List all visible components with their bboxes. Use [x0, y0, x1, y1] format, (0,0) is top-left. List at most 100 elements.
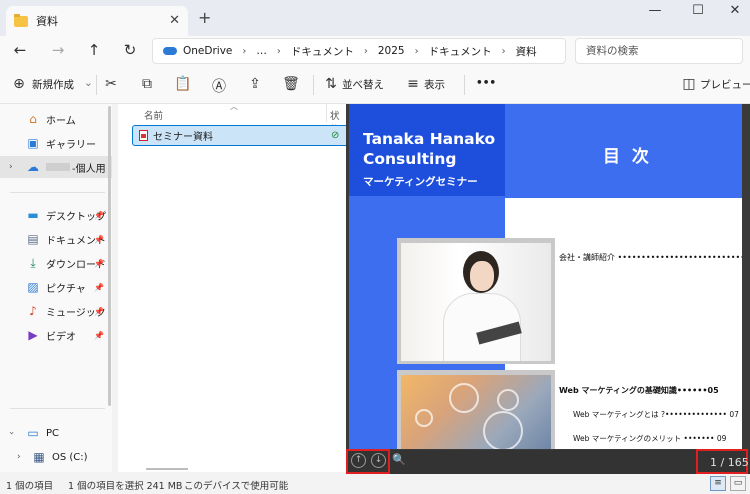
search-input[interactable]: 資料の検索: [575, 38, 743, 64]
pdf-file-icon: [139, 130, 148, 141]
column-header-name[interactable]: 名前: [144, 108, 163, 122]
chevron-down-icon[interactable]: ›: [6, 431, 16, 435]
breadcrumb-documents-2[interactable]: ドキュメント: [429, 44, 492, 59]
pin-icon[interactable]: 📌: [94, 259, 104, 268]
paste-icon[interactable]: 📋: [174, 76, 192, 92]
sidebar-scrollbar[interactable]: [108, 106, 111, 406]
graphic-ring: [449, 383, 479, 413]
maximize-button[interactable]: ☐: [683, 3, 713, 18]
view-button[interactable]: 表示: [424, 77, 445, 92]
toolbar-divider: [464, 75, 465, 95]
breadcrumb-onedrive[interactable]: OneDrive: [183, 45, 232, 57]
prev-page-button[interactable]: ↑: [351, 453, 366, 468]
documents-icon: ▤: [27, 232, 39, 246]
share-icon[interactable]: ⇪: [246, 76, 264, 92]
cut-icon[interactable]: ✂: [102, 76, 120, 92]
delete-icon[interactable]: 🗑: [282, 76, 300, 92]
videos-icon: ▶: [28, 328, 38, 342]
marketing-photo-image: [401, 375, 551, 449]
sidebar-item-label: PC: [46, 427, 60, 439]
file-list: ︿ 名前 状態 セミナー資料 ⊘: [118, 102, 352, 472]
sidebar-item-videos[interactable]: ▶ ビデオ 📌: [0, 324, 112, 346]
sidebar-item-downloads[interactable]: ⤓ ダウンロード 📌: [0, 252, 112, 274]
new-button[interactable]: 新規作成: [32, 77, 74, 92]
page-indicator: 1 / 165: [710, 456, 749, 469]
plus-circle-icon: ⊕: [13, 76, 25, 92]
sidebar-item-onedrive[interactable]: › ☁ -個人用: [0, 156, 112, 178]
marketing-photo: [397, 370, 555, 449]
sidebar-item-gallery[interactable]: ▣ ギャラリー: [0, 132, 112, 154]
preview-button[interactable]: プレビュー: [700, 77, 750, 92]
toc-title: 目 次: [603, 147, 652, 167]
doc-company-line1: Tanaka Hanako: [363, 130, 496, 148]
chevron-right-icon[interactable]: ›: [17, 452, 21, 462]
tab-folder[interactable]: 資料 ✕: [6, 6, 188, 36]
pin-icon[interactable]: 📌: [94, 211, 104, 220]
up-button[interactable]: ↑: [84, 41, 104, 59]
copy-icon[interactable]: ⧉: [138, 76, 156, 92]
sort-up-icon: ︿: [230, 102, 238, 111]
chevron-right-icon[interactable]: ›: [9, 162, 13, 172]
graphic-ring: [483, 411, 523, 449]
toc-entry: Web マーケティングの基礎知識••••••05: [559, 386, 719, 395]
sidebar-item-music[interactable]: ♪ ミュージック 📌: [0, 300, 112, 322]
next-page-button[interactable]: ↓: [371, 453, 386, 468]
file-row[interactable]: セミナー資料 ⊘: [132, 125, 352, 146]
more-button[interactable]: •••: [476, 77, 496, 89]
pin-icon[interactable]: 📌: [94, 331, 104, 340]
blurred-account-name: [46, 163, 70, 171]
breadcrumb-2025[interactable]: 2025: [378, 45, 405, 57]
speaker-photo: [397, 238, 555, 364]
sidebar-item-label: ホーム: [46, 115, 76, 127]
column-divider[interactable]: [326, 104, 327, 122]
sidebar-item-os-drive[interactable]: › ▦ OS (C:): [0, 446, 112, 468]
pictures-icon: ▨: [27, 280, 39, 294]
sidebar-divider: [10, 192, 105, 193]
onedrive-icon: ☁: [27, 160, 39, 174]
breadcrumb-overflow[interactable]: …: [256, 45, 267, 57]
sidebar-item-label: -個人用: [72, 163, 106, 175]
close-window-button[interactable]: ✕: [720, 3, 750, 18]
close-tab-icon[interactable]: ✕: [169, 13, 180, 28]
pin-icon[interactable]: 📌: [94, 283, 104, 292]
minimize-button[interactable]: —: [640, 3, 670, 18]
sidebar-item-pictures[interactable]: ▨ ピクチャ 📌: [0, 276, 112, 298]
pdf-page-preview: Tanaka Hanako Consulting マーケティングセミナー 目 次…: [349, 104, 742, 449]
new-tab-button[interactable]: +: [198, 8, 211, 27]
pin-icon[interactable]: 📌: [94, 235, 104, 244]
sidebar-item-home[interactable]: ⌂ ホーム: [0, 108, 112, 130]
sidebar-item-desktop[interactable]: ▬ デスクトップ 📌: [0, 204, 112, 226]
pin-icon[interactable]: 📌: [94, 307, 104, 316]
sort-button[interactable]: 並べ替え: [342, 77, 384, 92]
address-row: ← → ↑ ↻ OneDrive › … › ドキュメント › 2025 › ド…: [0, 36, 750, 66]
command-bar: ⊕ 新規作成 ⌄ ✂ ⧉ 📋 Ⓐ ⇪ 🗑 ⇅ 並べ替え ≡ 表示 ••• ◫ プ…: [0, 66, 750, 104]
breadcrumb-documents[interactable]: ドキュメント: [291, 44, 354, 59]
forward-button[interactable]: →: [48, 41, 68, 59]
find-in-page-icon[interactable]: 🔍: [392, 453, 406, 466]
person-face: [470, 261, 494, 291]
address-bar[interactable]: OneDrive › … › ドキュメント › 2025 › ドキュメント › …: [152, 38, 566, 64]
rename-icon[interactable]: Ⓐ: [210, 76, 228, 96]
sidebar-item-pc[interactable]: › ▭ PC: [0, 422, 112, 444]
downloads-icon: ⤓: [30, 255, 36, 270]
sidebar-item-documents[interactable]: ▤ ドキュメント 📌: [0, 228, 112, 250]
chevron-down-icon: ⌄: [84, 77, 93, 89]
filelist-scrollbar[interactable]: [146, 468, 188, 470]
doc-subtitle: マーケティングセミナー: [363, 176, 478, 188]
refresh-button[interactable]: ↻: [120, 41, 140, 59]
doc-company-line2: Consulting: [363, 150, 457, 168]
item-count: 1 個の項目: [6, 481, 54, 492]
availability-status: このデバイスで使用可能: [184, 481, 289, 492]
sidebar-item-label: OS (C:): [52, 451, 88, 463]
graphic-ring: [415, 409, 433, 427]
preview-controls: ↑ ↓ 🔍 1 / 165: [346, 449, 750, 474]
file-name: セミナー資料: [153, 132, 213, 143]
tiles-view-button[interactable]: ▭: [730, 476, 746, 491]
preview-pane-icon: ◫: [682, 76, 696, 92]
toolbar-divider: [313, 75, 314, 95]
back-button[interactable]: ←: [10, 41, 30, 59]
breadcrumb-current[interactable]: 資料: [516, 44, 537, 59]
details-view-button[interactable]: ≡: [710, 476, 726, 491]
sidebar-item-label: ピクチャ: [46, 283, 86, 295]
breadcrumb-sep: ›: [242, 45, 247, 57]
